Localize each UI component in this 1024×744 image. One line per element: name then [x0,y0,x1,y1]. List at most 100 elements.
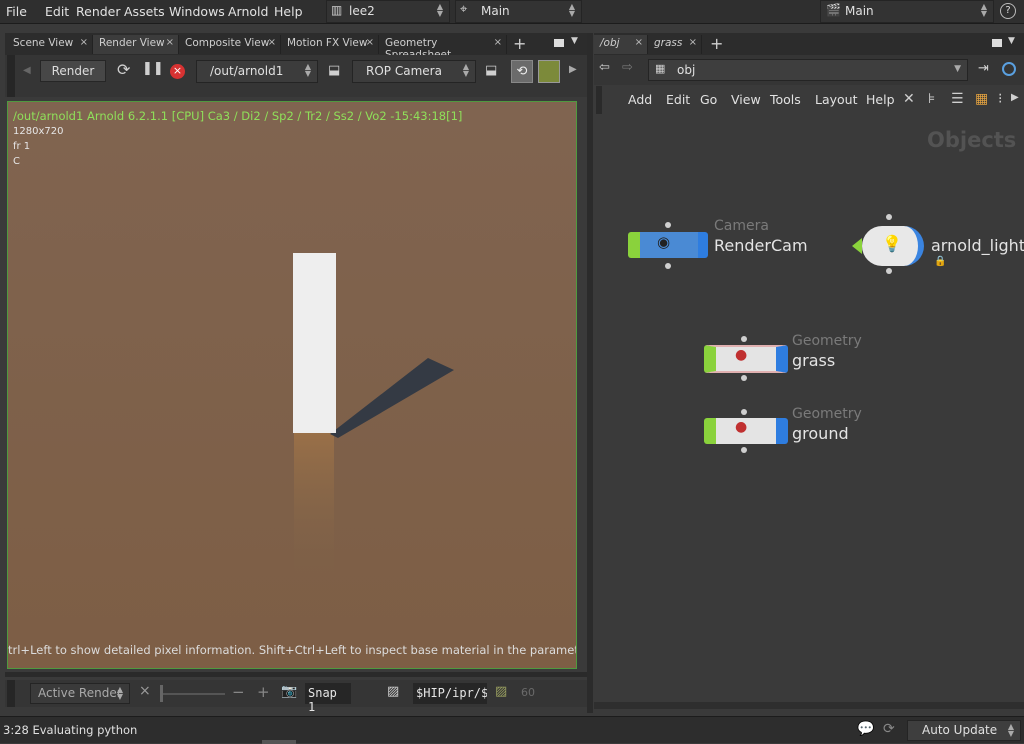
camera-link-icon[interactable]: ⬓ [328,63,340,78]
menu-render[interactable]: Render [76,4,121,19]
menu-tools[interactable]: Tools [770,92,801,107]
render-button[interactable]: Render [40,60,106,82]
node-rendercam[interactable]: ◉ [627,221,709,269]
close-icon[interactable]: × [635,37,643,48]
close-icon[interactable]: × [268,37,276,48]
updown-icon: ▲ ▼ [462,62,469,78]
menu-go[interactable]: Go [700,92,717,107]
right-tabbar: /obj × grass × + ▼ [594,33,1024,55]
menu-edit[interactable]: Edit [45,4,69,19]
pane-splitter[interactable] [587,33,593,713]
desktop-select[interactable]: ▥ lee2 ▲ ▼ [326,0,450,23]
tab-geometry-spreadsheet[interactable]: Geometry Spreadsheet× [379,35,507,61]
tab-obj[interactable]: /obj × [594,35,648,54]
snapshot-icon[interactable]: ⬓ [485,63,497,78]
add-tab-icon[interactable]: + [710,34,723,53]
toolbar-handle[interactable] [7,680,15,707]
menu-layout[interactable]: Layout [815,92,858,107]
input-connector[interactable] [741,409,747,415]
menu-windows[interactable]: Windows [169,4,225,19]
menu-view[interactable]: View [731,92,761,107]
pause-icon[interactable]: ❚❚ [142,61,164,76]
node-grass[interactable]: ● [703,336,789,381]
auto-update-select[interactable]: Auto Update ▲ ▼ [907,720,1021,741]
close-icon[interactable]: × [166,37,174,48]
input-connector[interactable] [665,222,671,228]
chevron-down-icon: ▼ [954,64,961,74]
context-select[interactable]: ⌖ Main ▲ ▼ [455,0,582,23]
maximize-icon[interactable] [554,39,564,47]
output-connector[interactable] [665,263,671,269]
back-icon[interactable]: ⇦ [599,60,610,75]
output-connector[interactable] [741,375,747,381]
link-icon[interactable] [1002,62,1016,76]
horizontal-scrollbar[interactable] [594,702,1024,709]
region-render-icon[interactable]: ⟲ [511,60,533,83]
menu-edit[interactable]: Edit [666,92,690,107]
forward-icon[interactable]: ⇨ [622,60,633,75]
menu-assets[interactable]: Assets [124,4,165,19]
list-icon[interactable]: ☰ [951,91,964,107]
tab-motion-fx-view[interactable]: Motion FX View × [281,35,379,54]
active-render-select[interactable]: Active Render ▲ ▼ [30,683,130,704]
menu-file[interactable]: File [6,4,27,19]
rop-path-select[interactable]: /out/arnold1 ▲ ▼ [196,60,318,83]
tab-render-view[interactable]: Render View × [93,35,179,54]
tab-composite-view[interactable]: Composite View × [179,35,281,54]
slider-handle[interactable] [160,685,163,702]
stop-icon[interactable]: × [170,64,185,79]
help-icon[interactable]: ? [1000,3,1016,19]
add-tab-icon[interactable]: + [513,34,526,53]
save-image-icon[interactable]: ▨ [387,684,399,699]
refresh-icon[interactable]: ⟳ [117,60,130,79]
camera-icon[interactable]: 📷 [281,684,297,699]
input-connector[interactable] [886,214,892,220]
node-ground[interactable]: ● [703,409,789,453]
close-icon[interactable]: × [689,37,697,48]
toolbar-handle[interactable] [596,86,602,114]
color-correct-icon[interactable] [538,60,560,83]
menu-help[interactable]: Help [866,92,895,107]
node-arnold-light[interactable]: 💡 [852,214,928,276]
play-arrow-icon[interactable]: ▶ [569,64,577,75]
auto-update-label: Auto Update [922,723,998,737]
close-icon[interactable]: × [80,37,88,48]
chevron-down-icon[interactable]: ▼ [1008,36,1015,46]
right-context-select[interactable]: 🎬 Main ▲ ▼ [820,0,994,23]
minus-icon[interactable]: − [232,683,245,701]
close-icon[interactable]: × [494,37,502,48]
menu-arnold[interactable]: Arnold [228,4,268,19]
tree-icon[interactable]: ⊧ [928,91,935,107]
input-connector[interactable] [741,336,747,342]
slider-track[interactable] [161,693,225,695]
tab-scene-view[interactable]: Scene View × [7,35,93,54]
grid-icon[interactable]: ▦ [975,91,988,107]
chat-icon[interactable]: 💬 [857,721,874,737]
menu-add[interactable]: Add [628,92,652,107]
disk-icon[interactable]: ▨ [495,684,507,699]
render-viewport[interactable]: /out/arnold1 Arnold 6.2.1.1 [CPU] Ca3 / … [7,101,577,669]
wrench-icon[interactable]: ✕ [903,91,915,107]
refresh-icon[interactable]: ⟳ [883,721,895,737]
tab-label: Composite View [185,37,270,49]
network-editor[interactable]: Objects ◉ Camera RenderCam 💡 arnold_ligh… [594,115,1024,707]
output-connector[interactable] [741,447,747,453]
toolbar-handle[interactable] [7,55,15,97]
pin-icon[interactable]: ⇥ [978,61,989,76]
tab-grass[interactable]: grass × [648,35,702,54]
back-arrow-icon[interactable]: ◀ [23,65,31,76]
maximize-icon[interactable] [992,39,1002,47]
camera-select[interactable]: ROP Camera ▲ ▼ [352,60,476,83]
play-arrow-icon[interactable]: ▶ [1011,92,1019,103]
chevron-down-icon[interactable]: ▼ [571,36,578,46]
plus-icon[interactable]: + [257,683,270,701]
snap-field[interactable]: Snap 1 [305,683,351,714]
menu-help[interactable]: Help [274,4,303,19]
more-icon[interactable]: ⁝ [998,91,1002,107]
close-icon[interactable]: × [139,683,151,699]
output-path-field[interactable]: $HIP/ipr/$ [413,683,487,704]
output-connector[interactable] [886,268,892,274]
network-path-field[interactable]: ▦ obj ▼ [648,59,968,81]
close-icon[interactable]: × [366,37,374,48]
lock-icon[interactable]: 🔒 [934,256,946,267]
